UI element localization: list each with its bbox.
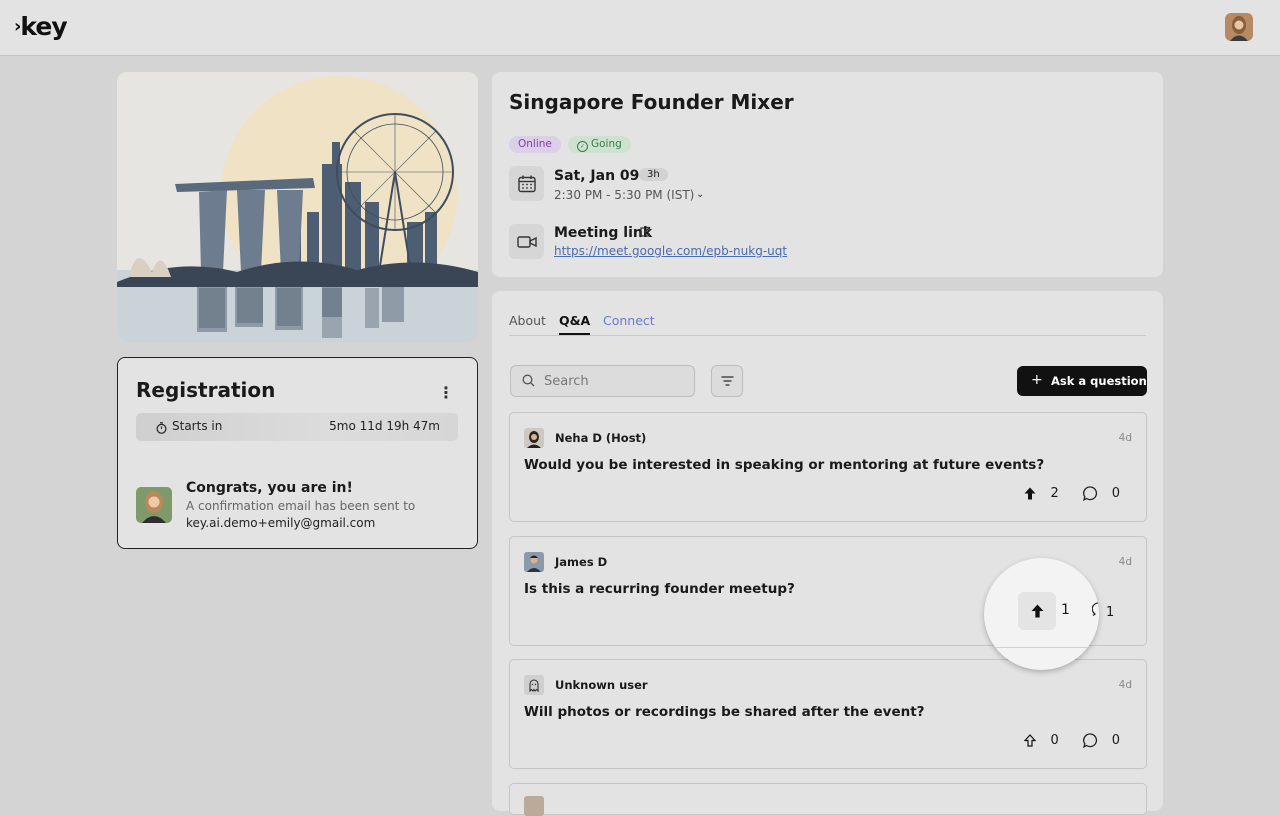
author-avatar [524, 552, 544, 572]
upvote-filled-icon [1031, 604, 1043, 618]
external-link-icon[interactable] [639, 226, 651, 238]
registration-card: Registration ⋮ Starts in 5mo 11d 19h 47m… [117, 357, 478, 549]
search-icon [522, 374, 535, 387]
question-card-partial[interactable] [509, 783, 1147, 816]
comment-count: 0 [1111, 732, 1120, 748]
tab-divider [509, 335, 1146, 336]
event-date: Sat, Jan 09 [554, 168, 640, 184]
question-card[interactable]: Neha D (Host) 4d Would you be interested… [509, 412, 1147, 522]
qa-panel: About Q&A Connect Search + Ask a questio… [492, 291, 1163, 811]
upvote-count: 2 [1050, 485, 1059, 501]
question-age: 4d [1118, 432, 1132, 444]
comment-count: 1 [1106, 605, 1115, 620]
check-circle-icon: ✓ [577, 141, 588, 152]
question-actions: 2 0 [1024, 483, 1120, 503]
upvote-button[interactable] [1018, 592, 1056, 630]
author-avatar [524, 428, 544, 448]
card-border [984, 647, 1099, 648]
going-badge: ✓ Going [568, 136, 631, 153]
stopwatch-icon [156, 422, 167, 434]
countdown-bar: Starts in 5mo 11d 19h 47m [136, 413, 458, 441]
search-placeholder: Search [544, 374, 589, 389]
filter-icon [721, 376, 733, 386]
meeting-link-label: Meeting link [554, 225, 653, 241]
search-input[interactable]: Search [510, 365, 695, 397]
registration-title: Registration [136, 378, 276, 402]
author-name: Neha D (Host) [555, 431, 647, 445]
comment-icon[interactable] [1091, 602, 1099, 621]
calendar-icon [509, 166, 544, 201]
author-avatar [524, 796, 544, 816]
comment-icon[interactable] [1082, 485, 1098, 501]
question-age: 4d [1118, 679, 1132, 691]
tab-connect[interactable]: Connect [603, 313, 655, 328]
question-card[interactable]: Unknown user 4d Will photos or recording… [509, 659, 1147, 769]
author-name: James D [555, 555, 608, 569]
comment-count: 0 [1111, 485, 1120, 501]
unknown-user-icon [524, 675, 544, 695]
question-text: Is this a recurring founder meetup? [524, 581, 795, 597]
starts-in-label: Starts in [172, 419, 223, 433]
tab-qa[interactable]: Q&A [559, 313, 591, 335]
question-text: Will photos or recordings be shared afte… [524, 704, 925, 720]
countdown-value: 5mo 11d 19h 47m [329, 419, 440, 433]
congrats-title: Congrats, you are in! [186, 480, 353, 496]
upvote-filled-icon[interactable] [1024, 487, 1036, 500]
top-bar: ›key [0, 0, 1280, 56]
upvote-count: 0 [1050, 732, 1059, 748]
zoom-magnifier: 1 [984, 558, 1099, 670]
attendee-avatar [136, 487, 172, 523]
online-badge: Online [509, 136, 561, 153]
comment-icon[interactable] [1082, 732, 1098, 748]
question-age: 4d [1118, 556, 1132, 568]
question-text: Would you be interested in speaking or m… [524, 457, 1045, 473]
more-options-icon[interactable]: ⋮ [436, 382, 456, 402]
event-title: Singapore Founder Mixer [509, 90, 794, 114]
key-logo[interactable]: ›key [14, 12, 68, 41]
meeting-url-link[interactable]: https://meet.google.com/epb-nukg-uqt [554, 244, 787, 258]
video-camera-icon [509, 224, 544, 259]
author-name: Unknown user [555, 678, 648, 692]
confirmation-text: A confirmation email has been sent to [186, 499, 416, 513]
upvote-count: 1 [1061, 602, 1070, 618]
ask-question-button[interactable]: + Ask a question [1017, 366, 1147, 396]
confirmation-email: key.ai.demo+emily@gmail.com [186, 516, 376, 530]
event-cover-image [117, 72, 478, 342]
user-avatar[interactable] [1225, 13, 1253, 41]
filter-button[interactable] [711, 365, 743, 397]
tab-about[interactable]: About [509, 313, 546, 328]
event-details-card: Singapore Founder Mixer Online ✓ Going Sa… [492, 72, 1163, 277]
event-time: 2:30 PM - 5:30 PM (IST) [554, 188, 695, 202]
upvote-outline-icon[interactable] [1024, 733, 1037, 747]
chevron-down-icon[interactable]: ⌄ [696, 189, 704, 200]
plus-icon: + [1031, 372, 1043, 388]
ask-question-label: Ask a question [1051, 374, 1147, 388]
duration-badge: 3h [639, 168, 668, 181]
question-actions: 0 0 [1024, 730, 1120, 750]
